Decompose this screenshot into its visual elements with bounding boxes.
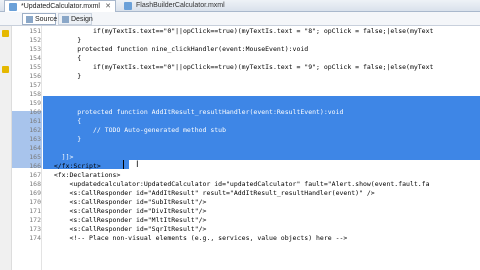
ibeam-cursor-icon: I	[136, 160, 139, 170]
code-line: {	[46, 54, 82, 62]
warning-icon	[2, 30, 9, 37]
line-number: 153	[29, 45, 41, 53]
line-number: 156	[29, 72, 41, 80]
source-mode-button[interactable]: Source	[22, 13, 58, 25]
design-icon	[62, 16, 69, 23]
code-line: </fx:Script>	[46, 162, 101, 170]
line-number: 160	[29, 108, 41, 116]
line-number: 166	[29, 162, 41, 170]
line-number: 165	[29, 153, 41, 161]
code-line: <s:CallResponder id="SqrItResult"/>	[46, 225, 207, 233]
code-line: }	[46, 36, 82, 44]
code-line: }	[46, 135, 82, 143]
code-line: if(myTextIs.text=="0"||opClick==true)(my…	[46, 27, 434, 35]
line-number: 154	[29, 54, 41, 62]
design-label: Design	[71, 16, 93, 23]
code-line: ]]>	[46, 153, 74, 161]
code-line: // TODO Auto-generated method stub	[46, 126, 227, 134]
line-number: 157	[29, 81, 41, 89]
code-line: <s:CallResponder id="DivItResult"/>	[46, 207, 207, 215]
code-line: }	[46, 72, 82, 80]
tab-flashbuilder-calculator[interactable]: FlashBuilderCalculator.mxml	[120, 0, 228, 12]
code-line: <s:CallResponder id="AddItResult" result…	[46, 189, 375, 197]
code-line: <s:CallResponder id="MltItResult"/>	[46, 216, 207, 224]
line-number: 162	[29, 126, 41, 134]
text-caret	[123, 160, 124, 169]
source-label: Source	[35, 16, 58, 23]
line-number: 170	[29, 198, 41, 206]
line-number: 155	[29, 63, 41, 71]
line-number: 169	[29, 189, 41, 197]
mxml-file-icon	[124, 2, 132, 10]
design-mode-button[interactable]: Design	[58, 13, 93, 25]
line-number: 152	[29, 36, 41, 44]
code-line: protected function AddItResult_resultHan…	[46, 108, 344, 116]
line-number: 167	[29, 171, 41, 179]
line-number: 171	[29, 207, 41, 215]
annotation-margin	[0, 26, 12, 270]
line-number: 151	[29, 27, 41, 35]
warning-icon	[2, 66, 9, 73]
mxml-file-icon	[9, 3, 17, 11]
code-line: <updatedcalculator:UpdatedCalculator id=…	[46, 180, 430, 188]
code-line: {	[46, 117, 82, 125]
view-mode-bar: Source Design	[0, 12, 480, 26]
line-number: 163	[29, 135, 41, 143]
code-line: <!-- Place non-visual elements (e.g., se…	[46, 234, 348, 242]
tab-label: *UpdatedCalculator.mxml	[21, 3, 100, 10]
code-line: protected function nine_clickHandler(eve…	[46, 45, 309, 53]
line-number: 168	[29, 180, 41, 188]
line-number: 164	[29, 144, 41, 152]
source-icon	[26, 16, 33, 23]
line-number: 174	[29, 234, 41, 242]
code-line: <fx:Declarations>	[46, 171, 121, 179]
line-number: 173	[29, 225, 41, 233]
editor-tab-bar: *UpdatedCalculator.mxml ✕ FlashBuilderCa…	[0, 0, 480, 12]
line-number: 159	[29, 99, 41, 107]
tab-label: FlashBuilderCalculator.mxml	[136, 2, 225, 9]
code-line: if(myTextIs.text=="0"||opClick==true)(my…	[46, 63, 434, 71]
line-number: 172	[29, 216, 41, 224]
line-number: 161	[29, 117, 41, 125]
code-line: <s:CallResponder id="SubItResult"/>	[46, 198, 207, 206]
line-number: 158	[29, 90, 41, 98]
tab-updated-calculator[interactable]: *UpdatedCalculator.mxml ✕	[4, 0, 116, 12]
